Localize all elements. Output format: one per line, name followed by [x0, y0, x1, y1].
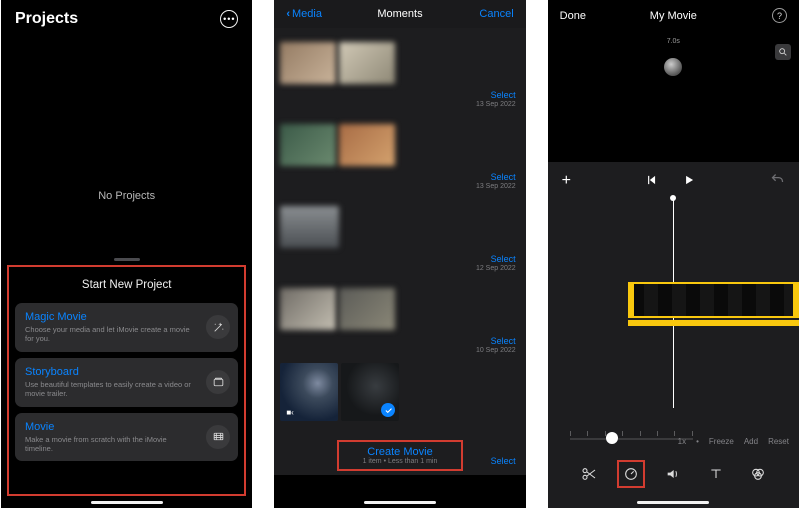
help-icon[interactable]: ?	[772, 8, 787, 23]
screen-editor: Done My Movie ? 7.0s +	[548, 0, 799, 508]
text-icon[interactable]	[702, 460, 730, 488]
speedometer-icon[interactable]	[617, 460, 645, 488]
more-icon[interactable]: •••	[220, 10, 238, 28]
video-icon: ■‹	[286, 408, 294, 417]
back-button[interactable]: ‹ Media	[286, 8, 322, 20]
nav-bar: Done My Movie ?	[548, 0, 799, 31]
media-group-selected: ■‹	[280, 363, 399, 421]
speed-value: 1x	[678, 437, 686, 446]
media-thumbnail[interactable]	[339, 124, 395, 166]
filters-icon[interactable]	[744, 460, 772, 488]
zoom-icon[interactable]	[775, 44, 791, 60]
sheet-title: Start New Project	[15, 279, 238, 291]
start-project-sheet: Start New Project Magic Movie Choose you…	[7, 265, 246, 496]
screen-projects: Projects ••• No Projects Start New Proje…	[1, 0, 252, 508]
magic-wand-icon	[206, 315, 230, 339]
media-thumbnail[interactable]	[280, 124, 336, 166]
select-button[interactable]: Select	[491, 456, 516, 466]
timeline-panel: +	[548, 162, 799, 508]
volume-icon[interactable]	[659, 460, 687, 488]
undo-icon[interactable]	[770, 172, 785, 190]
home-indicator[interactable]	[91, 501, 163, 504]
play-icon[interactable]	[682, 173, 696, 190]
group-date: 10 Sep 2022	[476, 347, 516, 354]
select-button[interactable]: Select	[476, 336, 516, 346]
card-desc: Use beautiful templates to easily create…	[25, 380, 194, 399]
group-date: 12 Sep 2022	[476, 265, 516, 272]
back-label: Media	[292, 8, 322, 20]
cancel-button[interactable]: Cancel	[479, 8, 513, 20]
nav-bar: ‹ Media Moments Cancel	[274, 0, 525, 28]
preview-area	[548, 30, 799, 160]
card-desc: Make a movie from scratch with the iMovi…	[25, 435, 194, 454]
chevron-left-icon: ‹	[286, 8, 290, 20]
card-title: Movie	[25, 421, 194, 433]
edit-toolbar	[548, 460, 799, 488]
selected-check-icon	[381, 403, 395, 417]
card-movie[interactable]: Movie Make a movie from scratch with the…	[15, 413, 238, 462]
card-title: Storyboard	[25, 366, 194, 378]
media-thumbnail[interactable]	[280, 206, 339, 248]
media-thumbnail-selected[interactable]	[341, 363, 399, 421]
card-magic-movie[interactable]: Magic Movie Choose your media and let iM…	[15, 303, 238, 352]
bullet: •	[696, 437, 699, 446]
film-icon	[206, 425, 230, 449]
create-movie-button[interactable]: Create Movie 1 item • Less than 1 min	[337, 440, 463, 471]
speed-freeze[interactable]: Freeze	[709, 437, 734, 446]
select-button[interactable]: Select	[476, 254, 516, 264]
playhead-handle[interactable]	[670, 195, 676, 201]
create-movie-sub: 1 item • Less than 1 min	[339, 458, 461, 465]
clip-trim-left[interactable]	[628, 282, 634, 318]
preview-thumbnail[interactable]	[664, 58, 682, 76]
clip-trim-right[interactable]	[793, 282, 799, 318]
page-title: Projects	[15, 10, 78, 28]
card-title: Magic Movie	[25, 311, 194, 323]
media-thumbnail[interactable]	[280, 288, 336, 330]
select-button[interactable]: Select	[476, 172, 516, 182]
storyboard-icon	[206, 370, 230, 394]
media-list[interactable]: Select 13 Sep 2022 Select 13 Sep 2022 Se…	[274, 28, 525, 475]
group-date: 13 Sep 2022	[476, 183, 516, 190]
sheet-grab-handle[interactable]	[114, 258, 140, 261]
media-thumbnail[interactable]	[339, 42, 395, 84]
header: Projects •••	[1, 0, 252, 32]
speed-add[interactable]: Add	[744, 437, 758, 446]
speed-reset[interactable]: Reset	[768, 437, 789, 446]
playhead-time: 7.0s	[548, 38, 799, 45]
home-indicator[interactable]	[364, 501, 436, 504]
create-movie-label: Create Movie	[339, 446, 461, 458]
card-storyboard[interactable]: Storyboard Use beautiful templates to ea…	[15, 358, 238, 407]
slider-thumb[interactable]	[606, 432, 618, 444]
audio-track[interactable]	[628, 320, 799, 326]
screen-moments: ‹ Media Moments Cancel Select 13 Sep 202…	[274, 0, 525, 508]
empty-state-label: No Projects	[1, 190, 252, 202]
add-media-button[interactable]: +	[562, 172, 571, 190]
done-button[interactable]: Done	[560, 10, 586, 22]
speed-slider[interactable]	[570, 428, 693, 448]
slider-ticks	[570, 431, 693, 436]
scissors-icon[interactable]	[575, 460, 603, 488]
home-indicator[interactable]	[637, 501, 709, 504]
skip-start-icon[interactable]	[644, 173, 658, 190]
media-thumbnail[interactable]	[339, 288, 395, 330]
speed-options: 1x • Freeze Add Reset	[678, 437, 789, 446]
slider-track	[570, 438, 693, 440]
media-thumbnail[interactable]	[280, 42, 336, 84]
card-desc: Choose your media and let iMovie create …	[25, 325, 194, 344]
select-button[interactable]: Select	[476, 90, 516, 100]
media-thumbnail[interactable]: ■‹	[280, 363, 338, 421]
group-date: 13 Sep 2022	[476, 101, 516, 108]
timeline-clip[interactable]	[628, 282, 799, 318]
